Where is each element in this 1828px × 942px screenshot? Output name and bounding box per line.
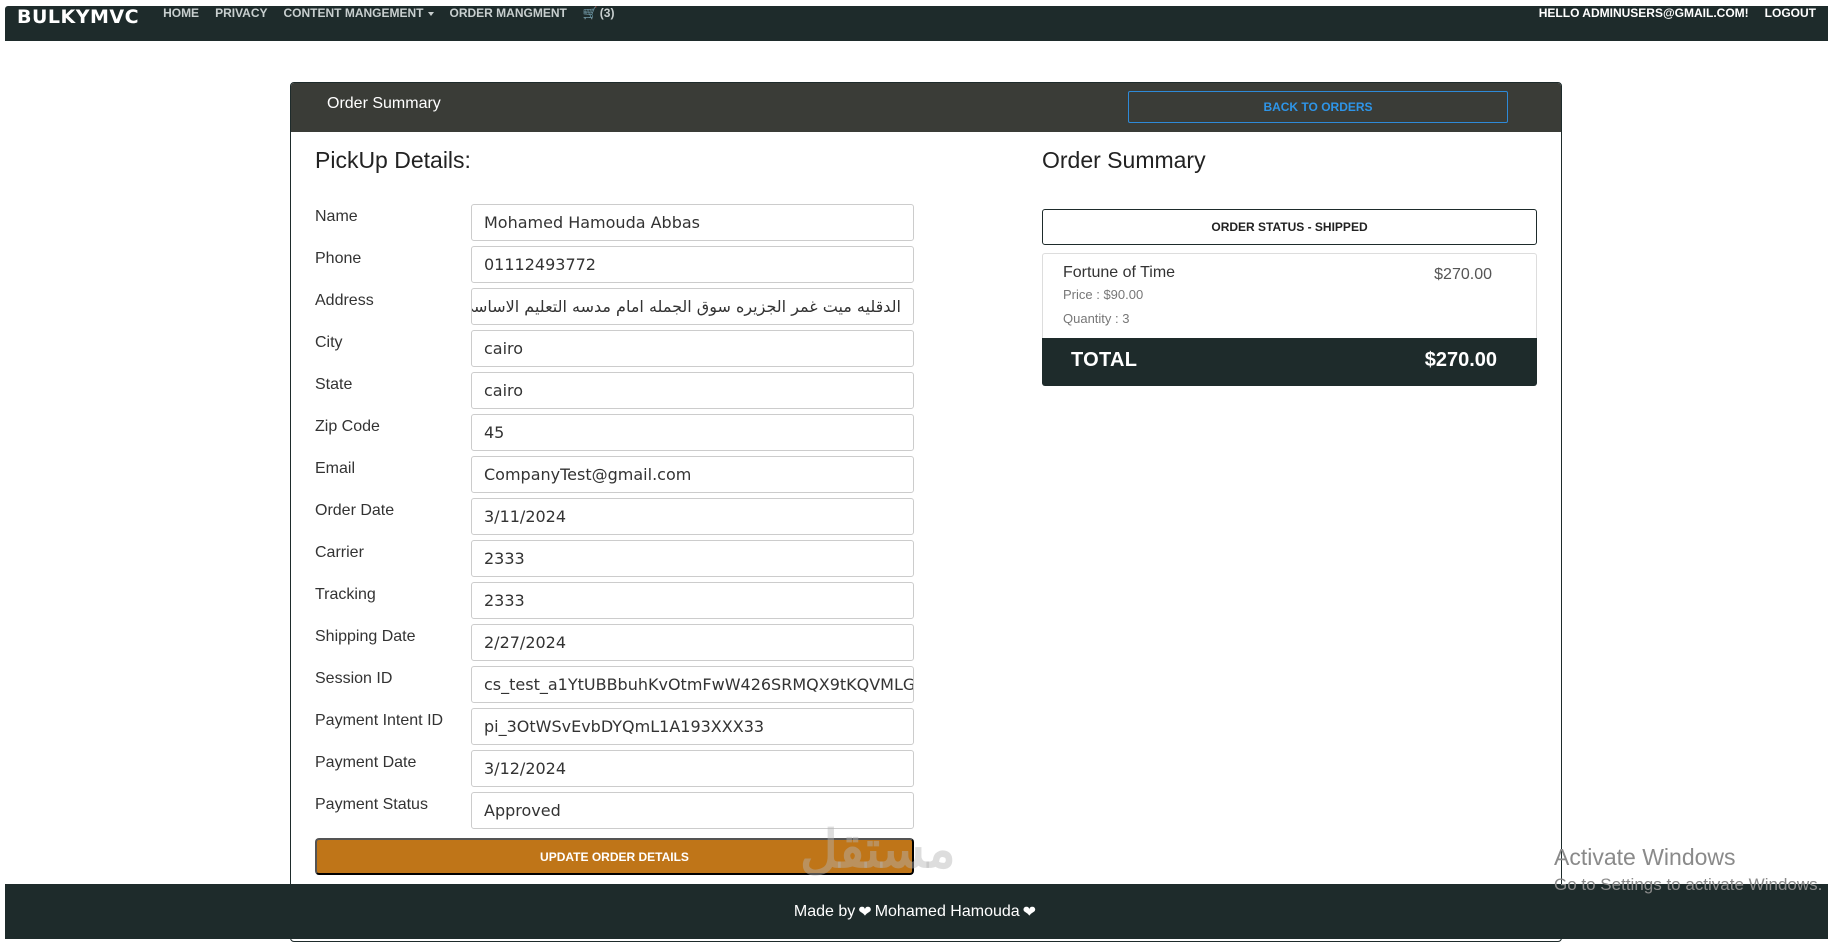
- field-input[interactable]: 2333: [471, 582, 914, 619]
- field-input[interactable]: 2/27/2024: [471, 624, 914, 661]
- field-label: Carrier: [315, 544, 364, 561]
- field-label: City: [315, 334, 343, 351]
- activate-windows-title: Activate Windows: [1554, 844, 1736, 870]
- total-label: TOTAL: [1071, 349, 1138, 371]
- field-label: State: [315, 376, 353, 393]
- field-input[interactable]: CompanyTest@gmail.com: [471, 456, 914, 493]
- field-input[interactable]: 01112493772: [471, 246, 914, 283]
- nav-content-management[interactable]: CONTENT MANGEMENT: [284, 6, 434, 20]
- nav-cart[interactable]: 🛒 (3): [583, 6, 615, 20]
- nav-privacy[interactable]: PRIVACY: [215, 6, 267, 20]
- total-bar: TOTAL $270.00: [1042, 338, 1537, 386]
- order-status-badge: ORDER STATUS - SHIPPED: [1042, 209, 1537, 245]
- field-label: Email: [315, 460, 356, 477]
- field-input[interactable]: 2333: [471, 540, 914, 577]
- nav-order-management[interactable]: ORDER MANGMENT: [450, 6, 567, 20]
- field-input[interactable]: 3/12/2024: [471, 750, 914, 787]
- field-label: Phone: [315, 250, 362, 267]
- card-header-title: Order Summary: [327, 95, 441, 112]
- item-quantity: Quantity : 3: [1063, 311, 1130, 326]
- nav-logout[interactable]: LOGOUT: [1765, 6, 1816, 20]
- nav-hello-user[interactable]: HELLO ADMINUSERS@GMAIL.COM!: [1539, 6, 1749, 20]
- field-input[interactable]: الدقليه ميت غمر الجزيره سوق الجمله امام …: [471, 288, 914, 325]
- nav-content-management-label: CONTENT MANGEMENT: [283, 6, 424, 20]
- activate-windows-subtitle: Go to Settings to activate Windows.: [1554, 875, 1823, 894]
- field-input[interactable]: cs_test_a1YtUBBbuhKvOtmFwW426SRMQX9tKQVM…: [471, 666, 914, 703]
- total-value: $270.00: [1424, 349, 1497, 371]
- field-label: Payment Status: [315, 796, 428, 813]
- chevron-down-icon: [427, 11, 434, 16]
- activate-windows-notice: Activate Windows Go to Settings to activ…: [1554, 844, 1822, 895]
- cart-count: (3): [599, 6, 615, 20]
- brand-logo[interactable]: BULKYMVC: [17, 6, 139, 28]
- back-to-orders-button[interactable]: BACK TO ORDERS: [1128, 91, 1508, 123]
- nav-right: HELLO ADMINUSERS@GMAIL.COM! LOGOUT: [1539, 6, 1816, 20]
- order-summary-title: Order Summary: [1042, 147, 1206, 173]
- field-label: Payment Date: [315, 754, 417, 771]
- field-label: Name: [315, 208, 358, 225]
- top-navbar: BULKYMVC HOME PRIVACY CONTENT MANGEMENT …: [5, 6, 1828, 41]
- nav-home[interactable]: HOME: [163, 6, 199, 20]
- field-input[interactable]: 3/11/2024: [471, 498, 914, 535]
- item-name: Fortune of Time: [1063, 264, 1176, 281]
- field-label: Address: [315, 292, 374, 309]
- order-item: Fortune of Time Price : $90.00 Quantity …: [1042, 253, 1537, 341]
- cart-icon: 🛒: [582, 6, 598, 20]
- footer-made-by: Made by: [793, 902, 856, 920]
- item-price: Price : $90.00: [1063, 287, 1144, 302]
- card-header: Order Summary BACK TO ORDERS: [291, 83, 1561, 132]
- heart-icon: ❤: [858, 903, 872, 921]
- field-label: Payment Intent ID: [315, 712, 444, 729]
- footer-author: Mohamed Hamouda: [874, 902, 1020, 920]
- field-input[interactable]: cairo: [471, 372, 914, 409]
- item-total: $270.00: [1434, 266, 1492, 283]
- field-input[interactable]: 45: [471, 414, 914, 451]
- field-input[interactable]: Approved: [471, 792, 914, 829]
- field-label: Session ID: [315, 670, 393, 687]
- field-label: Zip Code: [315, 418, 380, 435]
- field-input[interactable]: pi_3OtWSvEvbDYQmL1A193XXX33: [471, 708, 914, 745]
- heart-icon: ❤: [1022, 903, 1037, 921]
- order-card: Order Summary BACK TO ORDERS PickUp Deta…: [290, 82, 1562, 942]
- field-input[interactable]: cairo: [471, 330, 914, 367]
- pickup-details-title: PickUp Details:: [315, 147, 471, 173]
- field-label: Order Date: [315, 502, 395, 519]
- field-label: Shipping Date: [315, 628, 416, 645]
- update-order-details-button[interactable]: UPDATE ORDER DETAILS: [315, 838, 914, 875]
- field-input[interactable]: Mohamed Hamouda Abbas: [471, 204, 914, 241]
- field-label: Tracking: [315, 586, 376, 603]
